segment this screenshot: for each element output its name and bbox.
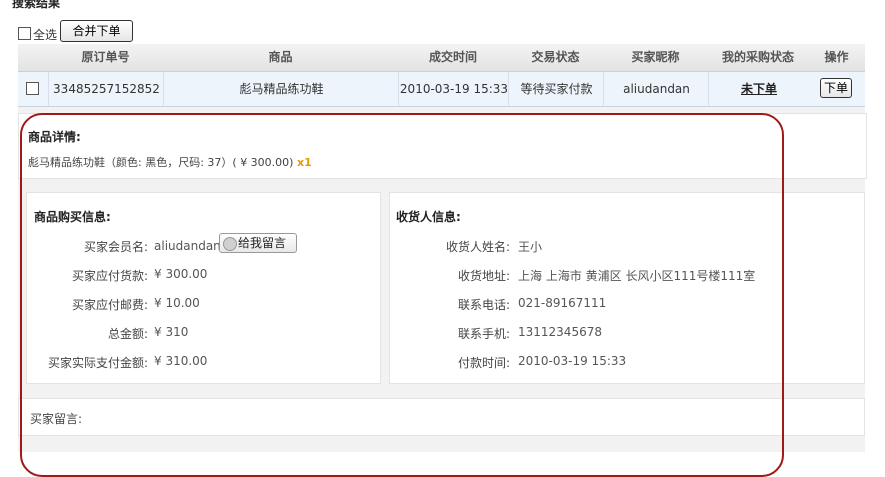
- product-detail-title: 商品详情:: [28, 130, 81, 144]
- col-deal-time: 成交时间: [428, 50, 477, 64]
- payable-value: ¥ 300.00: [154, 267, 208, 281]
- receiver-address-value: 上海 上海市 黄浦区 长风小区111号楼111室: [518, 269, 756, 283]
- table-header: 原订单号 商品 成交时间 交易状态 买家昵称 我的采购状态 操作: [18, 44, 865, 72]
- actual-paid-value: ¥ 310.00: [154, 354, 208, 368]
- payable-label: 买家应付货款:: [71, 269, 148, 283]
- buyer-message-title: 买家留言:: [30, 412, 83, 426]
- buyer-nick: aliudandan: [603, 72, 709, 106]
- table-row: 33485257152852 彪马精品练功鞋 2010-03-19 15:33 …: [18, 72, 865, 107]
- pay-time-value: 2010-03-19 15:33: [518, 354, 627, 368]
- receiver-address-label: 收货地址:: [457, 269, 510, 283]
- purchase-info-title: 商品购买信息:: [34, 210, 111, 224]
- order-no: 33485257152852: [48, 72, 164, 106]
- buyer-member-value: aliudandan: [154, 239, 221, 253]
- total-value: ¥ 310: [154, 325, 189, 339]
- pay-time-label: 付款时间:: [457, 356, 510, 370]
- row-checkbox[interactable]: [26, 82, 39, 95]
- postage-value: ¥ 10.00: [154, 296, 200, 310]
- deal-time: 2010-03-19 15:33: [398, 72, 509, 106]
- place-order-button[interactable]: 下单: [820, 78, 852, 98]
- receiver-info-title: 收货人信息:: [396, 210, 461, 224]
- buyer-member-label: 买家会员名:: [83, 240, 148, 254]
- receiver-mobile-label: 联系手机:: [457, 327, 510, 341]
- trade-status: 等待买家付款: [508, 72, 604, 106]
- col-order-no: 原订单号: [81, 50, 130, 64]
- receiver-phone-value: 021-89167111: [518, 296, 607, 310]
- product-name: 彪马精品练功鞋: [163, 72, 399, 106]
- select-all-checkbox[interactable]: [18, 27, 31, 40]
- page-title: 搜索结果: [12, 0, 61, 10]
- merge-order-button[interactable]: 合并下单: [60, 20, 133, 42]
- product-detail-line: 彪马精品练功鞋（颜色: 黑色，尺码: 37）( ¥ 300.00) x1: [28, 154, 312, 170]
- col-action: 操作: [824, 50, 849, 64]
- col-buyer-nick: 买家昵称: [631, 50, 680, 64]
- col-product: 商品: [268, 50, 293, 64]
- purchase-status-link[interactable]: 未下单: [741, 82, 777, 96]
- total-label: 总金额:: [107, 327, 148, 341]
- receiver-phone-label: 联系电话:: [457, 298, 510, 312]
- purchase-status: 未下单: [708, 72, 809, 106]
- buyer-message-panel: [18, 398, 865, 436]
- product-qty: x1: [296, 156, 312, 169]
- product-detail-text: 彪马精品练功鞋（颜色: 黑色，尺码: 37）( ¥ 300.00): [28, 156, 294, 169]
- col-trade-status: 交易状态: [531, 50, 580, 64]
- message-icon: [223, 237, 237, 251]
- postage-label: 买家应付邮费:: [71, 298, 148, 312]
- actual-paid-label: 买家实际支付金额:: [47, 356, 148, 370]
- receiver-name-label: 收货人姓名:: [445, 240, 510, 254]
- col-purchase-status: 我的采购状态: [721, 50, 794, 64]
- receiver-name-value: 王小: [518, 240, 543, 254]
- receiver-mobile-value: 13112345678: [518, 325, 602, 339]
- select-all-label: 全选: [33, 28, 58, 42]
